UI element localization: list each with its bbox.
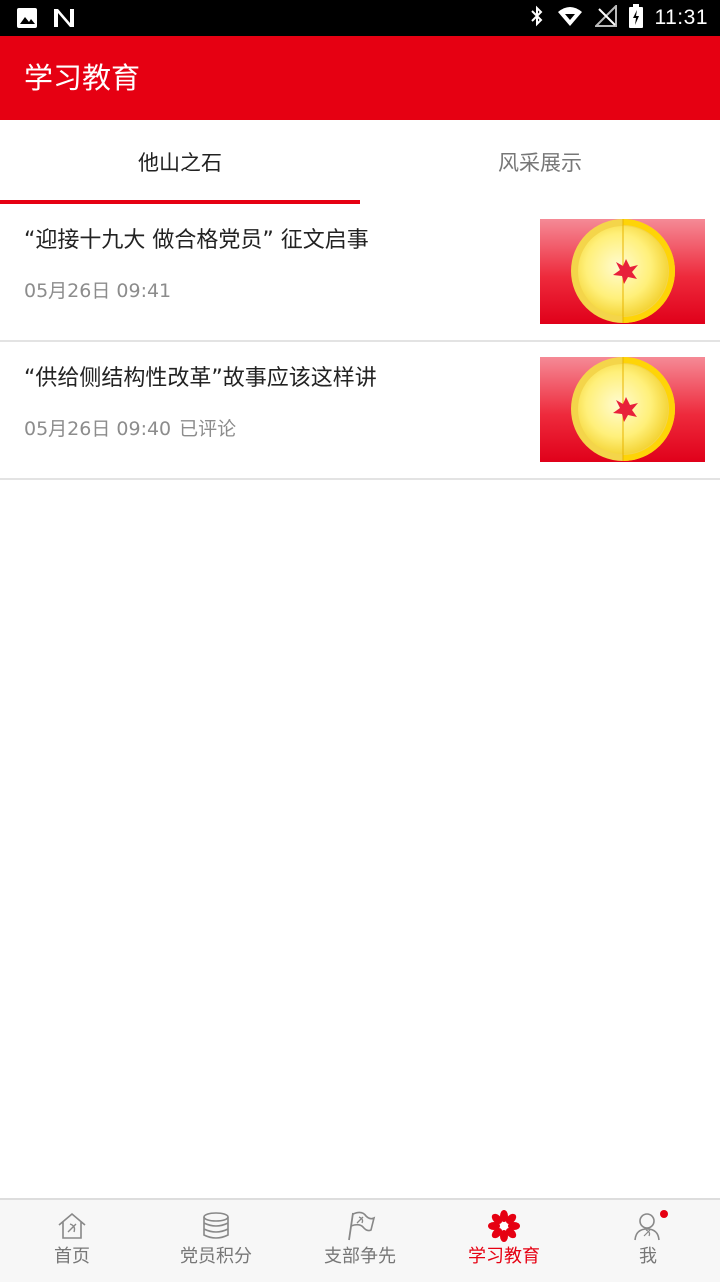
party-flag-icon bbox=[344, 1210, 376, 1242]
nav-label: 党员积分 bbox=[180, 1246, 252, 1267]
nav-label: 支部争先 bbox=[324, 1246, 396, 1267]
article-thumbnail bbox=[540, 357, 705, 462]
article-thumbnail bbox=[540, 219, 705, 324]
list-item[interactable]: “迎接十九大 做合格党员” 征文启事 05月26日 09:41 bbox=[0, 204, 720, 342]
nav-label: 我 bbox=[639, 1246, 657, 1267]
tab-fengcaizhanshi[interactable]: 风采展示 bbox=[360, 120, 720, 204]
status-bar: 11:31 bbox=[0, 0, 720, 36]
nav-item-branch[interactable]: 支部争先 bbox=[288, 1200, 432, 1282]
bluetooth-icon bbox=[529, 4, 545, 32]
bottom-navigation: 首页 党员积分 支部争先 学习教育 我 bbox=[0, 1198, 720, 1282]
nav-item-points[interactable]: 党员积分 bbox=[144, 1200, 288, 1282]
nav-item-me[interactable]: 我 bbox=[576, 1200, 720, 1282]
article-title: “供给侧结构性改革”故事应该这样讲 bbox=[24, 366, 377, 391]
article-time: 05月26日 09:40 bbox=[24, 418, 172, 440]
n-logo-icon bbox=[52, 7, 76, 33]
article-meta: 05月26日 09:40 已评论 bbox=[24, 416, 236, 442]
status-left-icons bbox=[16, 7, 76, 33]
flower-icon bbox=[488, 1210, 520, 1242]
list-item[interactable]: “供给侧结构性改革”故事应该这样讲 05月26日 09:40 已评论 bbox=[0, 342, 720, 480]
tab-bar: 他山之石 风采展示 bbox=[0, 120, 720, 204]
article-title: “迎接十九大 做合格党员” 征文启事 bbox=[24, 228, 369, 253]
notification-badge bbox=[660, 1210, 668, 1218]
article-time: 05月26日 09:41 bbox=[24, 280, 172, 302]
no-signal-icon bbox=[593, 3, 617, 31]
clock-time: 11:31 bbox=[654, 6, 708, 29]
comment-status: 已评论 bbox=[179, 418, 237, 440]
nav-label: 学习教育 bbox=[468, 1246, 540, 1267]
page-title: 学习教育 bbox=[24, 61, 141, 95]
article-list: “迎接十九大 做合格党员” 征文启事 05月26日 09:41 “供给侧结构性改… bbox=[0, 204, 720, 480]
home-icon bbox=[56, 1210, 88, 1242]
nav-item-education[interactable]: 学习教育 bbox=[432, 1200, 576, 1282]
coins-stack-icon bbox=[200, 1210, 232, 1242]
image-icon bbox=[16, 7, 38, 33]
nav-item-home[interactable]: 首页 bbox=[0, 1200, 144, 1282]
tab-tashanzhishi[interactable]: 他山之石 bbox=[0, 120, 360, 204]
wifi-icon bbox=[557, 5, 583, 31]
article-meta: 05月26日 09:41 bbox=[24, 278, 171, 304]
status-right-icons: 11:31 bbox=[529, 0, 709, 36]
nav-label: 首页 bbox=[54, 1246, 90, 1267]
app-bar: 学习教育 bbox=[0, 36, 720, 120]
battery-charging-icon bbox=[628, 4, 643, 32]
